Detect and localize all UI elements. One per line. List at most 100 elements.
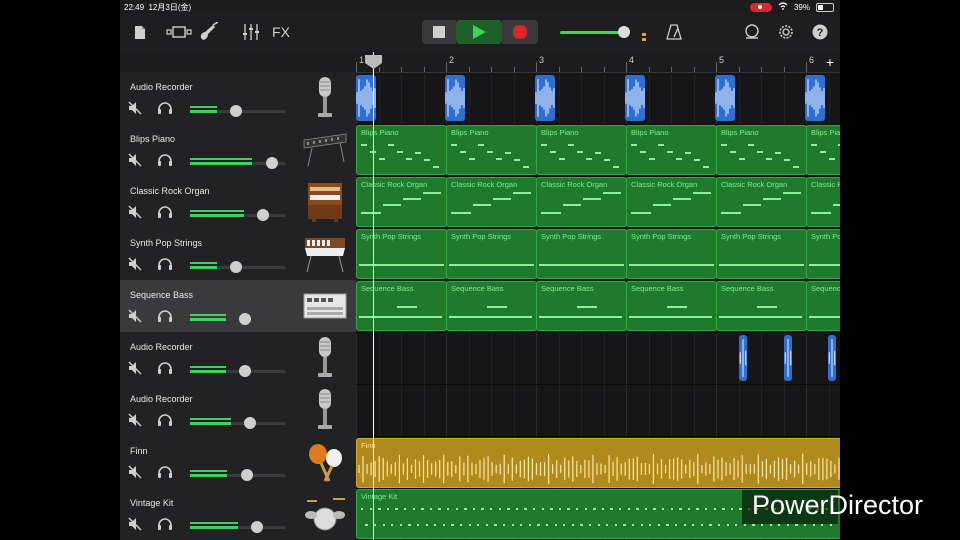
sequencer-icon[interactable]: [300, 284, 350, 328]
volume-knob[interactable]: [238, 313, 251, 325]
metronome-icon[interactable]: [662, 19, 686, 45]
track-volume-slider[interactable]: [190, 469, 286, 481]
midi-region[interactable]: Blips Piano: [626, 125, 717, 175]
audio-region[interactable]: [784, 335, 792, 381]
midi-region[interactable]: Synth Pop Strings: [356, 229, 447, 279]
track-lane[interactable]: [356, 332, 840, 385]
master-volume-knob[interactable]: [618, 26, 630, 38]
browser-icon[interactable]: [130, 19, 150, 45]
audio-region[interactable]: [445, 75, 465, 121]
headphones-icon[interactable]: [157, 153, 173, 167]
play-button[interactable]: [456, 20, 502, 44]
track-header[interactable]: Audio Recorder: [120, 72, 356, 125]
stop-button[interactable]: [422, 20, 456, 44]
midi-region[interactable]: Sequence Bass: [806, 281, 840, 331]
track-volume-slider[interactable]: [190, 313, 286, 325]
track-header[interactable]: Vintage Kit: [120, 488, 356, 540]
midi-region[interactable]: Classic Rock Organ: [536, 177, 627, 227]
maracas-icon[interactable]: [300, 440, 350, 484]
track-lane[interactable]: [356, 72, 840, 125]
midi-region[interactable]: Classic Rock Organ: [356, 177, 447, 227]
volume-knob[interactable]: [240, 469, 253, 481]
midi-region[interactable]: Blips Piano: [806, 125, 840, 175]
mute-icon[interactable]: [128, 517, 142, 531]
add-section-button[interactable]: +: [820, 52, 840, 72]
track-header[interactable]: Synth Pop Strings: [120, 228, 356, 281]
audio-region-finn[interactable]: Finn: [356, 438, 840, 488]
mute-icon[interactable]: [128, 153, 142, 167]
headphones-icon[interactable]: [157, 517, 173, 531]
track-header[interactable]: Audio Recorder: [120, 384, 356, 437]
midi-region[interactable]: Blips Piano: [716, 125, 807, 175]
headphones-icon[interactable]: [157, 465, 173, 479]
track-volume-slider[interactable]: [190, 209, 286, 221]
track-volume-slider[interactable]: [190, 261, 286, 273]
track-header[interactable]: Audio Recorder: [120, 332, 356, 385]
instrument-icon[interactable]: [196, 19, 222, 45]
organ-icon[interactable]: [300, 180, 350, 224]
midi-region[interactable]: Blips Piano: [446, 125, 537, 175]
playhead-handle-icon[interactable]: [365, 55, 382, 69]
mute-icon[interactable]: [128, 205, 142, 219]
headphones-icon[interactable]: [157, 101, 173, 115]
mute-icon[interactable]: [128, 309, 142, 323]
track-volume-slider[interactable]: [190, 521, 286, 533]
midi-region[interactable]: Sequence Bass: [716, 281, 807, 331]
track-header[interactable]: Blips Piano: [120, 124, 356, 177]
audio-region[interactable]: [739, 335, 747, 381]
help-icon[interactable]: ?: [808, 19, 832, 45]
midi-region[interactable]: Sequence Bass: [446, 281, 537, 331]
track-lane[interactable]: [356, 384, 840, 437]
midi-region[interactable]: Synth Pop Strings: [536, 229, 627, 279]
microphone-icon[interactable]: [300, 336, 350, 380]
midi-region[interactable]: Sequence Bass: [536, 281, 627, 331]
midi-region[interactable]: Classic Rock Organ: [626, 177, 717, 227]
track-volume-slider[interactable]: [190, 365, 286, 377]
master-volume-slider[interactable]: [560, 31, 626, 34]
track-header[interactable]: Classic Rock Organ: [120, 176, 356, 229]
midi-region[interactable]: Classic Rock Organ: [716, 177, 807, 227]
volume-knob[interactable]: [265, 157, 278, 169]
mute-icon[interactable]: [128, 101, 142, 115]
midi-region[interactable]: Synth Pop Strings: [806, 229, 840, 279]
mute-icon[interactable]: [128, 413, 142, 427]
mute-icon[interactable]: [128, 257, 142, 271]
track-volume-slider[interactable]: [190, 157, 286, 169]
volume-knob[interactable]: [251, 521, 264, 533]
drumkit-icon[interactable]: [300, 492, 350, 536]
headphones-icon[interactable]: [157, 361, 173, 375]
volume-knob[interactable]: [230, 261, 243, 273]
headphones-icon[interactable]: [157, 205, 173, 219]
audio-region[interactable]: [625, 75, 645, 121]
audio-region[interactable]: [715, 75, 735, 121]
midi-region[interactable]: Blips Piano: [356, 125, 447, 175]
midi-region[interactable]: Blips Piano: [536, 125, 627, 175]
fx-icon[interactable]: FX: [268, 19, 294, 45]
keyboard-icon[interactable]: [300, 128, 350, 172]
mute-icon[interactable]: [128, 361, 142, 375]
volume-knob[interactable]: [230, 105, 243, 117]
midi-region[interactable]: Synth Pop Strings: [716, 229, 807, 279]
mixer-icon[interactable]: [238, 19, 264, 45]
microphone-icon[interactable]: [300, 388, 350, 432]
audio-region[interactable]: [828, 335, 836, 381]
midi-region[interactable]: Synth Pop Strings: [626, 229, 717, 279]
headphones-icon[interactable]: [157, 309, 173, 323]
synth-icon[interactable]: [300, 232, 350, 276]
volume-knob[interactable]: [256, 209, 269, 221]
audio-region[interactable]: [805, 75, 825, 121]
track-volume-slider[interactable]: [190, 105, 286, 117]
audio-region[interactable]: [535, 75, 555, 121]
microphone-icon[interactable]: [300, 76, 350, 120]
track-header[interactable]: Finn: [120, 436, 356, 489]
mute-icon[interactable]: [128, 465, 142, 479]
loop-icon[interactable]: [740, 19, 764, 45]
track-volume-slider[interactable]: [190, 417, 286, 429]
tracks-view-icon[interactable]: [164, 19, 194, 45]
playhead[interactable]: [373, 52, 374, 540]
midi-region[interactable]: Classic Rock Organ: [806, 177, 840, 227]
headphones-icon[interactable]: [157, 413, 173, 427]
record-button[interactable]: [502, 20, 538, 44]
volume-knob[interactable]: [244, 417, 257, 429]
midi-region[interactable]: Synth Pop Strings: [446, 229, 537, 279]
